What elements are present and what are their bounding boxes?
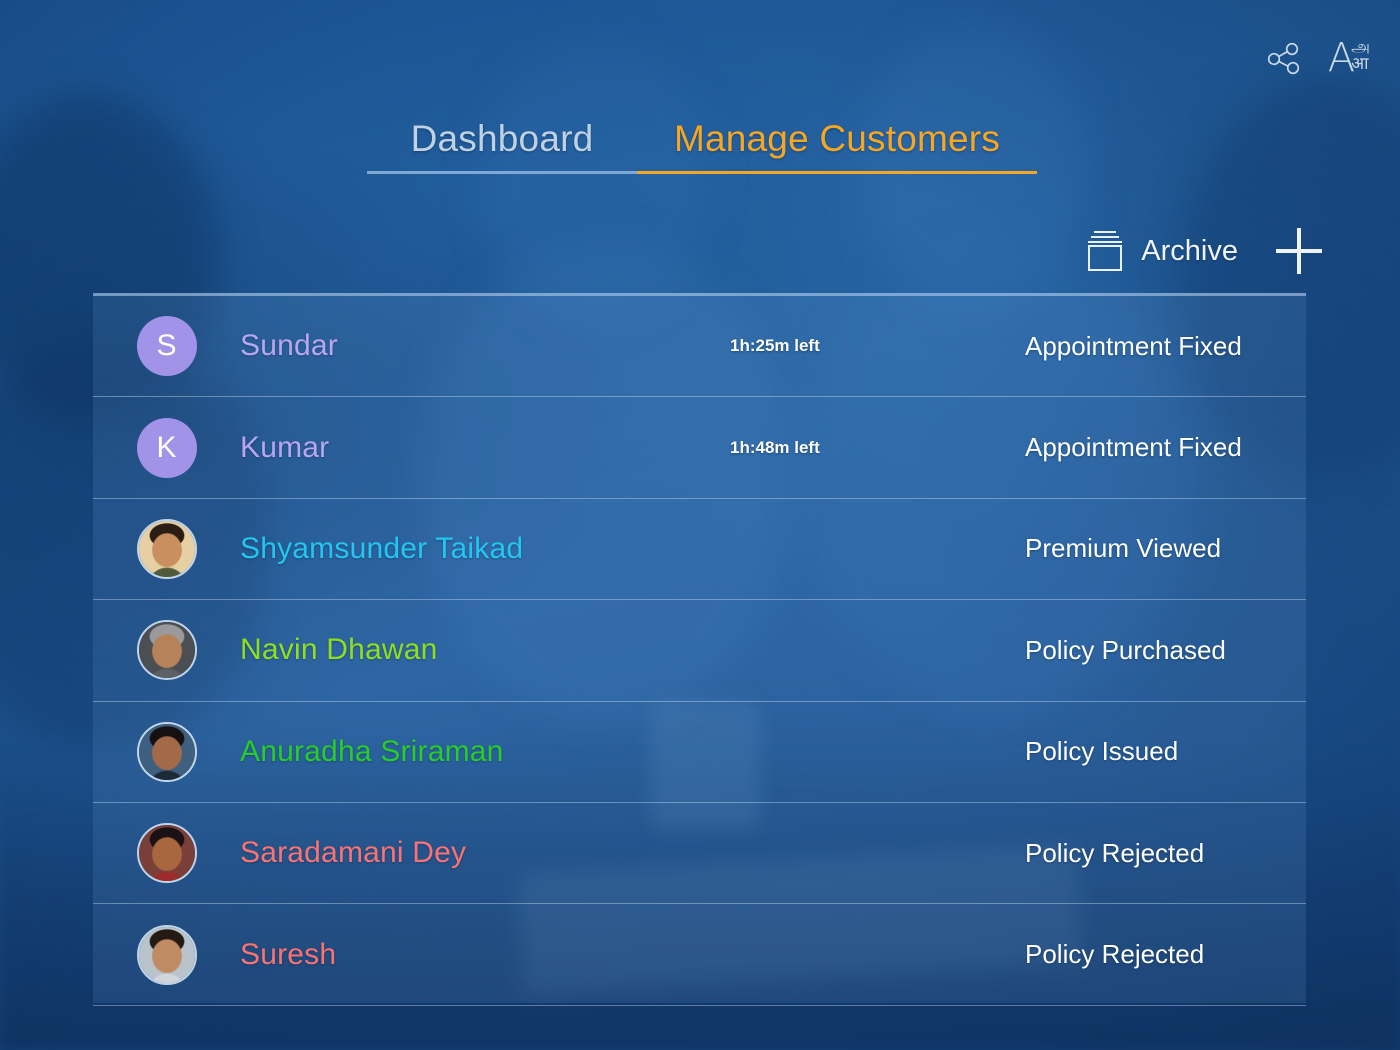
name-cell: Kumar	[240, 431, 730, 465]
archive-box-icon	[1086, 231, 1124, 271]
avatar-cell	[93, 823, 240, 884]
list-actions: Archive	[1086, 228, 1322, 274]
avatar-photo	[138, 926, 195, 983]
customer-name[interactable]: Sundar	[240, 329, 730, 363]
archive-label: Archive	[1141, 234, 1238, 267]
avatar[interactable]	[136, 924, 197, 985]
name-cell: Navin Dhawan	[240, 633, 730, 667]
table-row[interactable]: Suresh Policy Rejected	[93, 904, 1306, 1006]
name-cell: Sundar	[240, 329, 730, 363]
status-cell: Appointment Fixed	[1020, 432, 1306, 463]
time-left-cell: 1h:48m left	[730, 438, 1020, 458]
avatar-cell: K	[93, 417, 240, 478]
name-cell: Saradamani Dey	[240, 836, 730, 870]
customer-name[interactable]: Navin Dhawan	[240, 633, 730, 667]
avatar-photo	[138, 520, 195, 577]
avatar[interactable]: K	[136, 417, 197, 478]
status-cell: Appointment Fixed	[1020, 331, 1306, 362]
status-badge: Appointment Fixed	[1025, 330, 1242, 361]
avatar-photo	[138, 723, 195, 780]
tab-underline-manage-customers	[637, 171, 1037, 174]
status-cell: Premium Viewed	[1020, 533, 1306, 564]
status-cell: Policy Rejected	[1020, 939, 1306, 970]
top-icon-bar: A அ आ	[1266, 38, 1370, 78]
avatar[interactable]	[136, 823, 197, 884]
avatar-cell	[93, 721, 240, 782]
language-devanagari-glyph: आ	[1351, 54, 1369, 75]
avatar[interactable]: S	[136, 316, 197, 377]
status-badge: Policy Rejected	[1025, 939, 1205, 970]
name-cell: Shyamsunder Taikad	[240, 532, 730, 566]
table-row[interactable]: Saradamani Dey Policy Rejected	[93, 803, 1306, 905]
table-row[interactable]: Anuradha Sriraman Policy Issued	[93, 702, 1306, 803]
avatar-cell: S	[93, 316, 240, 377]
avatar-initial: S	[156, 329, 177, 363]
tab-underline-dashboard	[367, 171, 637, 174]
name-cell: Suresh	[240, 938, 730, 972]
avatar[interactable]	[136, 620, 197, 681]
customer-name[interactable]: Kumar	[240, 431, 730, 465]
customer-name[interactable]: Saradamani Dey	[240, 836, 730, 870]
tab-manage-customers[interactable]: Manage Customers	[637, 118, 1037, 160]
table-row[interactable]: K Kumar 1h:48m left Appointment Fixed	[93, 397, 1306, 499]
avatar-photo	[138, 622, 195, 679]
customer-name[interactable]: Shyamsunder Taikad	[240, 532, 730, 566]
archive-button[interactable]: Archive	[1086, 231, 1238, 271]
table-row[interactable]: Shyamsunder Taikad Premium Viewed	[93, 499, 1306, 601]
status-badge: Policy Rejected	[1025, 837, 1205, 868]
status-badge: Appointment Fixed	[1025, 432, 1242, 463]
avatar-cell	[93, 620, 240, 681]
tab-dashboard[interactable]: Dashboard	[367, 118, 637, 160]
status-cell: Policy Rejected	[1020, 838, 1306, 869]
language-icon[interactable]: A அ आ	[1328, 38, 1370, 78]
customer-name[interactable]: Suresh	[240, 938, 730, 972]
customer-name[interactable]: Anuradha Sriraman	[240, 735, 730, 769]
avatar[interactable]	[136, 721, 197, 782]
avatar-cell	[93, 924, 240, 985]
time-left-label: 1h:25m left	[730, 336, 820, 356]
customer-list: S Sundar 1h:25m left Appointment Fixed K Kuma…	[93, 293, 1306, 1006]
avatar-cell	[93, 518, 240, 579]
avatar-photo	[138, 825, 195, 882]
time-left-cell: 1h:25m left	[730, 336, 1020, 356]
tab-bar: Dashboard Manage Customers	[367, 118, 1037, 174]
table-row[interactable]: Navin Dhawan Policy Purchased	[93, 600, 1306, 702]
add-customer-button[interactable]	[1276, 228, 1322, 274]
status-badge: Policy Issued	[1025, 736, 1179, 767]
status-cell: Policy Purchased	[1020, 635, 1306, 666]
share-icon[interactable]	[1266, 40, 1302, 76]
tab-underlines	[367, 171, 1037, 174]
status-cell: Policy Issued	[1020, 736, 1306, 767]
status-badge: Policy Purchased	[1025, 634, 1226, 665]
table-row[interactable]: S Sundar 1h:25m left Appointment Fixed	[93, 296, 1306, 398]
status-badge: Premium Viewed	[1025, 533, 1222, 564]
avatar[interactable]	[136, 518, 197, 579]
time-left-label: 1h:48m left	[730, 437, 820, 457]
avatar-initial: K	[156, 430, 177, 464]
name-cell: Anuradha Sriraman	[240, 735, 730, 769]
